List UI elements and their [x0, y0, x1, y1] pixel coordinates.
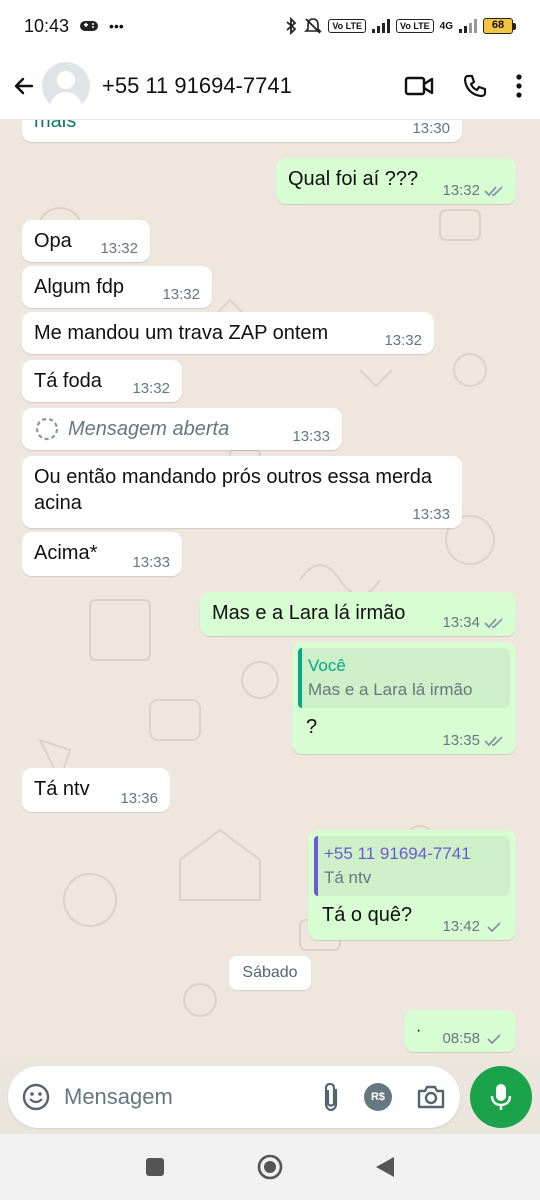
recents-icon[interactable]: [144, 1156, 166, 1178]
back-arrow-icon[interactable]: [12, 74, 36, 98]
message-time: 13:32: [132, 380, 170, 397]
status-bar: 10:43 ••• Vo LTE Vo LTE 4G 68: [0, 0, 540, 52]
message-input[interactable]: Mensagem: [64, 1084, 322, 1110]
quote-author: Você: [308, 656, 346, 675]
system-nav-bar: [0, 1134, 540, 1200]
battery-icon: 68: [483, 18, 516, 34]
video-call-icon[interactable]: [404, 75, 434, 97]
camera-icon[interactable]: [416, 1084, 446, 1110]
status-time: 10:43: [24, 15, 70, 36]
double-check-icon: [484, 617, 503, 628]
message-incoming[interactable]: Tá ntv 13:36: [22, 768, 170, 812]
message-text: Me mandou um trava ZAP ontem: [34, 322, 329, 344]
contact-name[interactable]: +55 11 91694-7741: [102, 73, 292, 99]
back-nav-icon[interactable]: [374, 1155, 396, 1179]
view-once-message[interactable]: Mensagem aberta 13:33: [22, 408, 342, 450]
message-incoming[interactable]: mais 13:30: [22, 120, 462, 142]
message-time: 13:33: [292, 428, 330, 445]
message-composer[interactable]: Mensagem R$: [8, 1066, 460, 1128]
message-incoming[interactable]: Acima* 13:33: [22, 532, 182, 576]
message-incoming[interactable]: Opa 13:32: [22, 220, 150, 262]
volte-badge-2: Vo LTE: [395, 19, 434, 33]
double-check-icon: [484, 185, 503, 196]
message-outgoing[interactable]: Mas e a Lara lá irmão 13:34: [200, 592, 516, 636]
date-divider: Sábado: [229, 956, 311, 990]
bluetooth-icon: [286, 17, 297, 35]
battery-level: 68: [483, 18, 513, 34]
quoted-message[interactable]: +55 11 91694-7741 Tá ntv: [314, 836, 510, 896]
message-time: 13:33: [132, 554, 170, 571]
message-time: 13:35: [442, 732, 480, 749]
gamepad-icon: [80, 21, 99, 31]
signal-icon-1: [371, 19, 390, 33]
message-time: 13:33: [412, 506, 450, 523]
message-incoming[interactable]: Me mandou um trava ZAP ontem 13:32: [22, 312, 434, 354]
volte-badge-1: Vo LTE: [328, 19, 366, 33]
voice-call-icon[interactable]: [462, 73, 488, 99]
message-time: 13:32: [442, 182, 480, 199]
quote-text: Tá ntv: [324, 868, 372, 887]
chat-header: +55 11 91694-7741: [0, 52, 540, 120]
more-options-icon[interactable]: [516, 73, 522, 99]
voice-record-button[interactable]: [470, 1066, 532, 1128]
message-time: 13:42: [442, 918, 480, 935]
single-check-icon: [487, 1033, 501, 1044]
message-time: 13:30: [412, 120, 450, 137]
quoted-message[interactable]: Você Mas e a Lara lá irmão: [298, 648, 510, 708]
home-icon[interactable]: [256, 1153, 284, 1181]
signal-icon-2: [459, 19, 477, 33]
double-check-icon: [484, 735, 503, 746]
single-check-icon: [487, 921, 501, 932]
message-time: 13:32: [384, 332, 422, 349]
message-time: 13:34: [442, 614, 480, 631]
message-outgoing[interactable]: · 08:58: [404, 1010, 516, 1052]
mute-icon: [304, 18, 323, 34]
message-time: 13:36: [120, 790, 158, 807]
view-once-icon: [35, 417, 59, 441]
message-time: 13:32: [100, 240, 138, 257]
more-notifications-icon: •••: [109, 18, 124, 34]
message-incoming[interactable]: Tá foda 13:32: [22, 360, 182, 402]
message-incoming[interactable]: Ou então mandando prós outros essa merda…: [22, 456, 462, 528]
network-type: 4G: [439, 20, 453, 32]
payment-icon[interactable]: R$: [364, 1083, 392, 1111]
emoji-icon[interactable]: [22, 1083, 50, 1111]
quote-text: Mas e a Lara lá irmão: [308, 680, 473, 699]
microphone-icon: [490, 1084, 512, 1110]
message-time: 08:58: [442, 1030, 480, 1047]
message-text: mais: [34, 120, 77, 132]
message-list[interactable]: mais 13:30 Qual foi aí ??? 13:32 Opa 13:…: [0, 120, 540, 1060]
attach-icon[interactable]: [322, 1082, 340, 1112]
message-outgoing-reply[interactable]: +55 11 91694-7741 Tá ntv Tá o quê? 13:42: [308, 830, 516, 940]
message-text: Mensagem aberta: [68, 417, 230, 440]
message-incoming[interactable]: Algum fdp 13:32: [22, 266, 212, 308]
message-text: Ou então mandando prós outros essa merda…: [34, 466, 433, 514]
contact-avatar[interactable]: [42, 61, 90, 110]
message-outgoing[interactable]: Qual foi aí ??? 13:32: [276, 158, 516, 204]
message-time: 13:32: [162, 286, 200, 303]
quote-author: +55 11 91694-7741: [324, 844, 471, 863]
message-outgoing-reply[interactable]: Você Mas e a Lara lá irmão ? 13:35: [292, 642, 516, 754]
